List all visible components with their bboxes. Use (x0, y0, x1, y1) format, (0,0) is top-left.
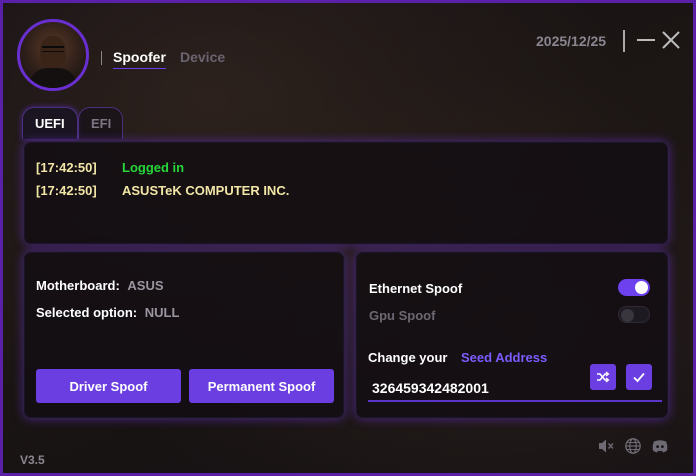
toggle-knob (635, 281, 648, 294)
toggle-knob (621, 309, 634, 322)
app-window: Spoofer Device 2025/12/25 UEFI EFI [17:4… (0, 0, 696, 476)
spoof-panel: Ethernet Spoof Gpu Spoof Change your See… (355, 251, 669, 419)
date-label: 2025/12/25 (536, 33, 607, 49)
globe-icon[interactable] (624, 437, 642, 455)
motherboard-row: Motherboard: ASUS (36, 278, 164, 293)
gpu-spoof-toggle[interactable] (618, 306, 650, 323)
minimize-icon[interactable] (637, 39, 655, 41)
selected-option-label: Selected option: (36, 305, 138, 320)
ethernet-spoof-toggle[interactable] (618, 279, 650, 296)
log-line: [17:42:50] ASUSTeK COMPUTER INC. (36, 183, 289, 198)
info-panel: Motherboard: ASUS Selected option: NULL … (23, 251, 345, 419)
seed-address-label: Seed Address (461, 350, 548, 365)
permanent-spoof-button[interactable]: Permanent Spoof (189, 369, 334, 403)
avatar-glasses (42, 46, 64, 52)
motherboard-value: ASUS (127, 278, 164, 293)
log-line: [17:42:50] Logged in (36, 160, 184, 175)
gpu-spoof-label: Gpu Spoof (369, 308, 436, 323)
discord-icon[interactable] (651, 437, 669, 455)
tab-efi[interactable]: EFI (78, 107, 123, 139)
nav-tab-device[interactable]: Device (180, 49, 225, 65)
motherboard-label: Motherboard: (36, 278, 120, 293)
header-divider (101, 51, 102, 65)
log-message: ASUSTeK COMPUTER INC. (122, 183, 290, 198)
log-panel: [17:42:50] Logged in [17:42:50] ASUSTeK … (23, 141, 669, 245)
avatar-body (28, 68, 78, 88)
avatar-face (40, 36, 66, 68)
close-icon[interactable] (660, 29, 682, 51)
selected-option-value: NULL (144, 305, 180, 320)
log-timestamp: [17:42:50] (36, 160, 97, 175)
date-divider (623, 30, 625, 52)
tab-uefi[interactable]: UEFI (22, 107, 78, 139)
log-timestamp: [17:42:50] (36, 183, 97, 198)
log-message: Logged in (122, 160, 185, 175)
mute-icon[interactable] (597, 437, 615, 455)
seed-label: Change your (368, 350, 448, 365)
selected-option-row: Selected option: NULL (36, 305, 179, 320)
version-label: V3.5 (20, 453, 45, 467)
driver-spoof-button[interactable]: Driver Spoof (36, 369, 181, 403)
avatar (17, 19, 89, 91)
ethernet-spoof-label: Ethernet Spoof (369, 281, 463, 296)
seed-input[interactable] (368, 376, 662, 402)
nav-tab-spoofer[interactable]: Spoofer (113, 49, 166, 69)
